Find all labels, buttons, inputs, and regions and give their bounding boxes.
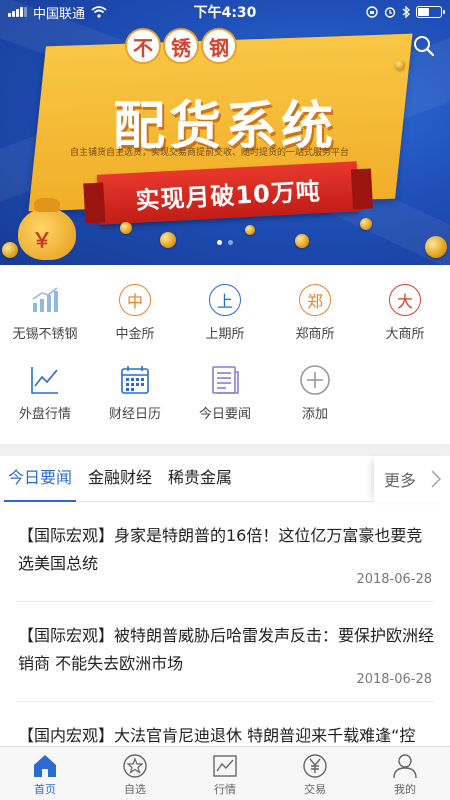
tabbar-profile[interactable]: 我的 — [360, 747, 450, 800]
news-item[interactable]: 【国际宏观】身家是特朗普的16倍！这位亿万富豪也要竞选美国总统 2018-06-… — [16, 502, 434, 602]
shfe-icon: 上 — [209, 284, 241, 316]
battery-icon — [416, 6, 445, 18]
banner-subtitle: 自主铺货自主选货，实现交易商提前交收、随时提货的一站式服务平台 — [70, 148, 350, 158]
more-label: 更多 — [383, 471, 416, 490]
coin-icon — [395, 60, 405, 70]
cffex-icon: 中 — [119, 284, 151, 316]
bottom-tab-bar: 首页 自选 行情 交易 我的 — [0, 746, 450, 800]
menu-item-label: 郑商所 — [295, 327, 335, 342]
tabbar-watchlist[interactable]: 自选 — [90, 747, 180, 800]
menu-item-label: 外盘行情 — [18, 407, 71, 422]
quick-menu: 无锡不锈钢 中 中金所 上 上期所 郑 郑商所 大 大商所 外盘行情 财经日历 … — [0, 265, 450, 440]
menu-item-today-news[interactable]: 今日要闻 — [180, 363, 270, 443]
lock-rotation-icon — [366, 6, 378, 18]
home-icon — [34, 755, 56, 777]
czce-icon: 郑 — [299, 284, 331, 316]
coin-icon — [245, 225, 255, 235]
news-icon — [212, 366, 239, 394]
tabbar-quotes[interactable]: 行情 — [180, 747, 270, 800]
coin-icon — [360, 218, 372, 230]
menu-item-cffex[interactable]: 中 中金所 — [90, 283, 180, 363]
tab-today-news[interactable]: 今日要闻 — [0, 456, 80, 502]
menu-item-label: 中金所 — [115, 327, 155, 342]
tabbar-trade[interactable]: 交易 — [270, 747, 360, 800]
status-bar: 中国联通 下午4:30 — [0, 0, 450, 24]
tab-finance[interactable]: 金融财经 — [80, 456, 160, 502]
yen-icon — [303, 754, 327, 778]
tabbar-label: 行情 — [214, 783, 236, 796]
menu-item-shfe[interactable]: 上 上期所 — [180, 283, 270, 363]
menu-item-wuxi-stainless[interactable]: 无锡不锈钢 — [0, 283, 90, 363]
money-bag-icon: ￥ — [18, 198, 76, 260]
dce-icon: 大 — [389, 284, 421, 316]
plus-icon — [300, 365, 330, 395]
tabbar-label: 交易 — [304, 783, 326, 796]
menu-item-label: 添加 — [301, 407, 328, 422]
menu-item-finance-calendar[interactable]: 财经日历 — [90, 363, 180, 443]
menu-item-foreign-quotes[interactable]: 外盘行情 — [0, 363, 90, 443]
calendar-icon — [121, 366, 149, 394]
tabbar-home[interactable]: 首页 — [0, 747, 90, 800]
wifi-icon — [91, 6, 107, 18]
news-title: 【国内宏观】大法官肯尼迪退休 特朗普迎来千载难逢“控 — [18, 726, 416, 745]
bar-chart-icon — [32, 287, 58, 312]
section-divider — [0, 444, 450, 456]
menu-item-czce[interactable]: 郑 郑商所 — [270, 283, 360, 363]
menu-item-label: 无锡不锈钢 — [12, 327, 78, 342]
line-chart-icon — [31, 367, 58, 394]
carrier-name: 中国联通 — [33, 6, 86, 22]
search-icon[interactable] — [412, 34, 436, 58]
menu-item-label: 上期所 — [205, 327, 245, 342]
signal-icon — [8, 7, 27, 17]
stamp-char: 锈 — [163, 28, 199, 64]
news-date: 2018-06-28 — [356, 672, 432, 687]
chart-icon — [213, 755, 237, 777]
coin-icon — [120, 222, 132, 234]
user-icon — [393, 754, 417, 779]
menu-item-label: 大商所 — [385, 327, 425, 342]
news-item[interactable]: 【国际宏观】被特朗普威胁后哈雷发声反击：要保护欧洲经销商 不能失去欧洲市场 20… — [16, 602, 434, 702]
news-tabs: 今日要闻 金融财经 稀贵金属 更多 — [0, 456, 450, 502]
tabbar-label: 首页 — [34, 783, 56, 796]
news-date: 2018-06-28 — [356, 572, 432, 587]
tab-precious-metals[interactable]: 稀贵金属 — [160, 456, 240, 502]
alarm-icon — [384, 7, 396, 18]
money-bag-symbol: ￥ — [32, 228, 52, 252]
promo-banner[interactable]: 不 锈 钢 配货系统 自主铺货自主选货，实现交易商提前交收、随时提货的一站式服务… — [0, 0, 450, 265]
banner-stamp: 不 锈 钢 — [125, 28, 245, 68]
menu-item-label: 财经日历 — [108, 407, 161, 422]
news-title: 【国际宏观】被特朗普威胁后哈雷发声反击：要保护欧洲经销商 不能失去欧洲市场 — [18, 626, 435, 673]
chevron-right-icon — [431, 470, 442, 488]
menu-item-add[interactable]: 添加 — [270, 363, 360, 443]
news-title: 【国际宏观】身家是特朗普的16倍！这位亿万富豪也要竞选美国总统 — [18, 526, 423, 573]
stamp-char: 不 — [125, 28, 161, 64]
menu-item-label: 今日要闻 — [198, 407, 251, 422]
stamp-char: 钢 — [201, 28, 237, 64]
tabbar-label: 自选 — [124, 783, 146, 796]
banner-ribbon-text: 实现月破10万吨 — [134, 176, 322, 215]
star-icon — [123, 754, 147, 778]
tabbar-label: 我的 — [394, 783, 416, 796]
bluetooth-icon — [402, 6, 410, 18]
more-button[interactable]: 更多 — [373, 456, 450, 502]
menu-item-dce[interactable]: 大 大商所 — [360, 283, 450, 363]
banner-pagination — [0, 240, 450, 245]
